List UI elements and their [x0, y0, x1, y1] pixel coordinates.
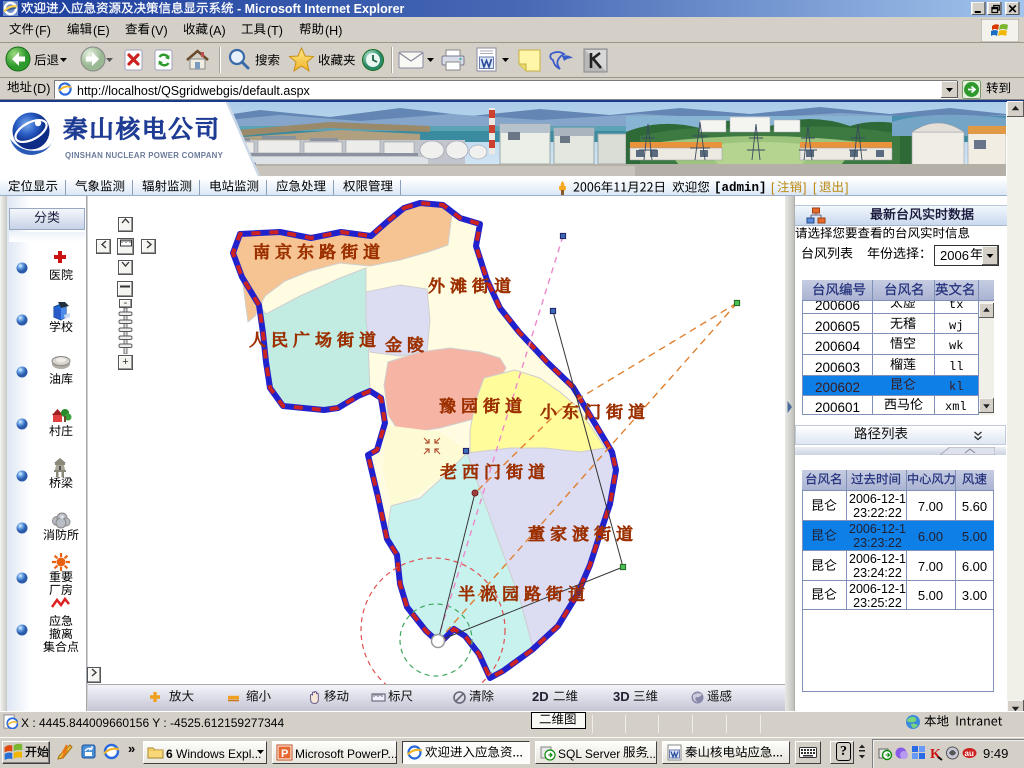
svg-text:3D: 3D: [613, 689, 630, 704]
svg-text:P: P: [281, 748, 288, 760]
svg-text:au: au: [965, 749, 974, 758]
svg-text:2D: 2D: [532, 689, 549, 704]
